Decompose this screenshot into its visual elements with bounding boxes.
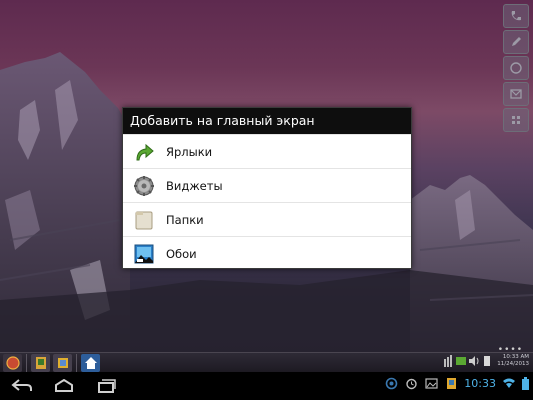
wallpaper-picture-icon: [132, 242, 156, 266]
grid-icon: [512, 116, 520, 124]
back-arrow-icon: [11, 379, 32, 391]
folder-icon: [132, 208, 156, 232]
back-button[interactable]: [8, 377, 36, 395]
recent-apps-icon: [98, 379, 116, 393]
taskbar-time: 10:33 AM: [502, 354, 529, 360]
home-icon: [84, 357, 97, 369]
taskbar-home-button[interactable]: [81, 354, 100, 372]
menu-item-widgets[interactable]: Виджеты: [123, 168, 411, 202]
taskbar-clock[interactable]: 10:33 AM 11/24/2013: [497, 354, 529, 368]
app-icon: [57, 358, 68, 368]
dialog-title: Добавить на главный экран: [123, 108, 411, 134]
menu-item-folders[interactable]: Папки: [123, 202, 411, 236]
taskbar-date: 11/24/2013: [497, 361, 529, 367]
tray-indicator-icon: [484, 356, 491, 366]
menu-item-label: Обои: [166, 246, 197, 261]
dock-button-2[interactable]: [503, 30, 529, 54]
system-nav-bar: 10:33: [0, 372, 533, 400]
app-notification-icon[interactable]: [444, 376, 458, 390]
home-nav-button[interactable]: [50, 377, 78, 395]
battery-taskbar-icon: [456, 357, 467, 365]
home-outline-icon: [55, 379, 73, 392]
sync-notification-icon[interactable]: [384, 376, 398, 390]
gallery-notification-icon[interactable]: [424, 376, 438, 390]
globe-icon: [510, 62, 522, 74]
taskbar-app-1[interactable]: [31, 354, 50, 372]
dock-button-5[interactable]: [503, 108, 529, 132]
gear-widgets-icon: [132, 174, 156, 198]
taskbar: 10:33 AM 11/24/2013: [0, 352, 533, 372]
phone-icon: [511, 11, 521, 21]
start-orb-icon: [5, 356, 20, 370]
taskbar-app-2[interactable]: [53, 354, 72, 372]
menu-item-label: Папки: [166, 212, 204, 227]
dock-button-4[interactable]: [503, 82, 529, 106]
alarm-notification-icon[interactable]: [404, 376, 418, 390]
signal-icon: [444, 355, 453, 367]
menu-item-shortcuts[interactable]: Ярлыки: [123, 134, 411, 168]
battery-icon: [522, 376, 529, 390]
menu-item-label: Ярлыки: [166, 144, 213, 159]
status-clock[interactable]: 10:33: [464, 377, 496, 390]
dock-button-1[interactable]: [503, 4, 529, 28]
pencil-icon: [512, 37, 521, 46]
add-to-home-dialog: Добавить на главный экран Ярлыки Виджеты: [122, 107, 412, 269]
mail-icon: [510, 89, 522, 99]
dock-button-3[interactable]: [503, 56, 529, 80]
side-dock: [503, 4, 529, 132]
start-button[interactable]: [3, 354, 22, 372]
volume-icon: [469, 356, 479, 366]
menu-item-wallpapers[interactable]: Обои: [123, 236, 411, 270]
wifi-icon: [503, 378, 515, 388]
recent-apps-button[interactable]: [92, 377, 120, 395]
shortcut-arrow-icon: [132, 140, 156, 164]
menu-item-label: Виджеты: [166, 178, 223, 193]
app-icon: [35, 357, 46, 369]
